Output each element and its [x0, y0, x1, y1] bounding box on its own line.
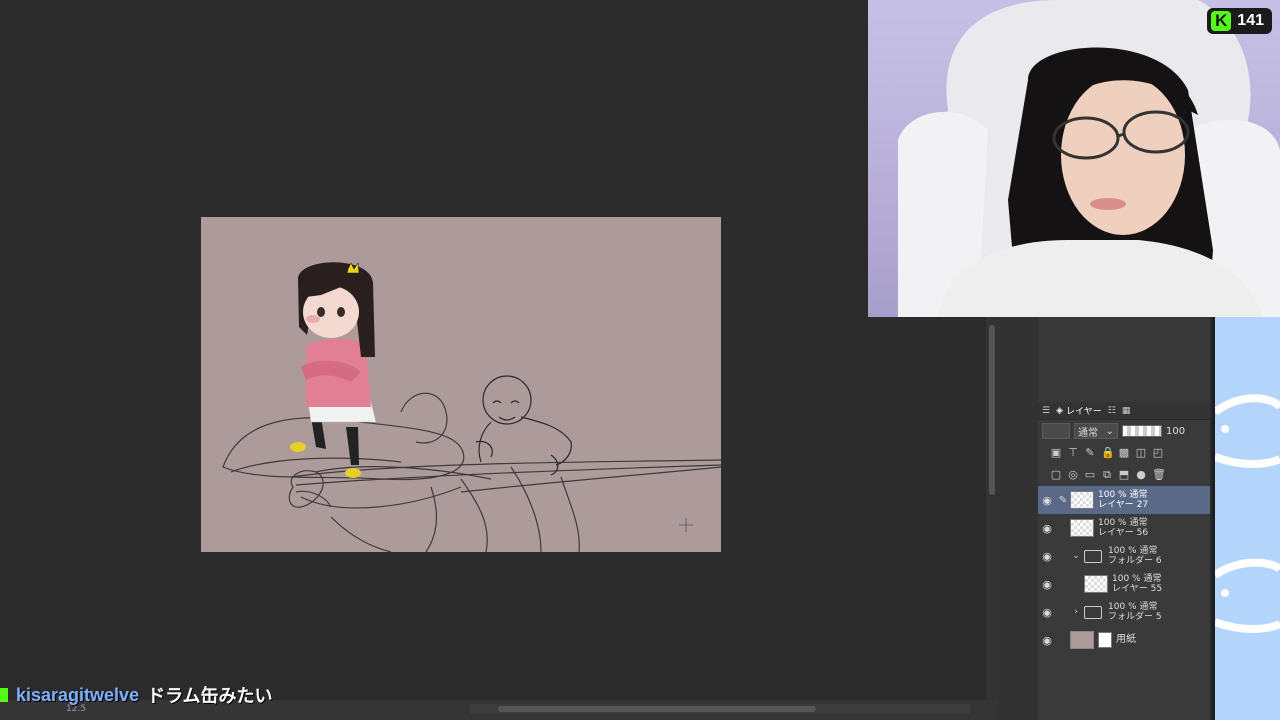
paper-icon: [1098, 632, 1112, 648]
blend-mode-value: 通常: [1078, 427, 1098, 439]
layer-color-box[interactable]: [1042, 423, 1070, 439]
panel-spacer: [998, 317, 1038, 720]
layer-mode: 100 % 通常: [1098, 518, 1148, 528]
mask-icon[interactable]: ◫: [1135, 447, 1147, 459]
paper-color-swatch: [1070, 631, 1094, 649]
drawing-canvas[interactable]: [201, 217, 721, 552]
viewer-count: 141: [1237, 12, 1264, 29]
tab-layer-label: レイヤー: [1066, 407, 1102, 417]
layer-actions-row: ▢ ◎ ▭ ⧉ ⬒ ● 🗑: [1038, 464, 1210, 486]
layer-row[interactable]: ◉ ✎ 100 % 通常 レイヤー 27: [1038, 486, 1210, 514]
chevron-down-icon: ⌄: [1105, 425, 1114, 437]
overlay-decoration: [1212, 317, 1280, 720]
kick-logo-icon: K: [1211, 11, 1232, 31]
duplicate-layer-icon[interactable]: ⧉: [1101, 469, 1113, 481]
pen-icon: ✎: [1058, 494, 1068, 506]
clip-icon[interactable]: ▣: [1050, 447, 1062, 459]
chat-text: ドラム缶みたい: [147, 686, 273, 707]
artwork-sketch: [222, 262, 721, 552]
layer-mode: 100 % 通常: [1108, 546, 1158, 556]
chevron-right-icon[interactable]: ›: [1070, 607, 1082, 617]
layer-thumbnail: [1084, 575, 1108, 593]
layer-panel-tabs: ☰ ◈ レイヤー ☷ ▦: [1038, 402, 1210, 420]
chevron-down-icon[interactable]: ⌄: [1070, 551, 1082, 561]
layer-name: フォルダー 5: [1108, 612, 1162, 622]
layer-mode: 100 % 通常: [1108, 602, 1158, 612]
eye-icon[interactable]: ◉: [1038, 634, 1056, 647]
new-raster-layer-icon[interactable]: ▢: [1050, 469, 1062, 481]
eye-icon[interactable]: ◉: [1038, 606, 1056, 619]
paper-layer-row[interactable]: ◉ 用紙: [1038, 626, 1210, 654]
layer-name: レイヤー 56: [1098, 528, 1149, 538]
ruler-icon[interactable]: ◰: [1152, 447, 1164, 459]
layers-icon: ◈: [1056, 405, 1063, 416]
layer-name: 用紙: [1116, 634, 1136, 645]
chat-message: kisaragitwelve ドラム缶みたい: [0, 684, 273, 707]
layer-mode: 100 % 通常: [1098, 490, 1148, 500]
eye-icon[interactable]: ◉: [1038, 522, 1056, 535]
chibi-character: [290, 262, 377, 478]
new-folder-icon[interactable]: ▭: [1084, 469, 1096, 481]
layer-thumbnail: [1070, 519, 1094, 537]
folder-icon: [1084, 605, 1102, 619]
upper-panel: [1038, 317, 1210, 402]
canvas-horizontal-scrollbar[interactable]: [470, 704, 970, 714]
canvas-vertical-scrollbar[interactable]: [986, 317, 998, 700]
screen: K 141 ☰ ◈ レイヤー ☷ ▦ 通常 ⌄ 100 ▣ ⊤ ✎ 🔒 ▩ ◫ …: [0, 0, 1280, 720]
eye-drawing-decoration: [1212, 394, 1280, 633]
layer-name: フォルダー 6: [1108, 556, 1162, 566]
folder-icon: [1084, 549, 1102, 563]
lock-transparent-icon[interactable]: ▩: [1118, 447, 1130, 459]
layer-list: ◉ ✎ 100 % 通常 レイヤー 27 ◉ 100 % 通常 レイヤー 56 …: [1038, 486, 1210, 654]
tab-layer-property-icon[interactable]: ☷: [1108, 406, 1116, 416]
new-vector-layer-icon[interactable]: ◎: [1067, 469, 1079, 481]
eye-icon[interactable]: ◉: [1038, 550, 1056, 563]
mask-add-icon[interactable]: ●: [1135, 469, 1147, 481]
reference-icon[interactable]: ⊤: [1067, 447, 1079, 459]
layer-blend-row: 通常 ⌄ 100: [1038, 420, 1210, 442]
eye-icon[interactable]: ◉: [1038, 578, 1056, 591]
streamer-webcam-image: [898, 0, 1280, 317]
folder-row[interactable]: ◉ ⌄ 100 % 通常 フォルダー 6: [1038, 542, 1210, 570]
layer-thumbnail: [1070, 491, 1094, 509]
panel-menu-icon[interactable]: ☰: [1042, 406, 1050, 416]
webcam-feed: K 141: [868, 0, 1280, 317]
layer-row[interactable]: ◉ 100 % 通常 レイヤー 56: [1038, 514, 1210, 542]
lock-icon[interactable]: 🔒: [1101, 447, 1115, 459]
tab-navigator-icon[interactable]: ▦: [1122, 406, 1131, 416]
folder-row[interactable]: ◉ › 100 % 通常 フォルダー 5: [1038, 598, 1210, 626]
layer-tools-row: ▣ ⊤ ✎ 🔒 ▩ ◫ ◰: [1038, 442, 1210, 464]
layer-row[interactable]: ◉ 100 % 通常 レイヤー 55: [1038, 570, 1210, 598]
opacity-slider[interactable]: [1122, 425, 1162, 437]
blend-mode-select[interactable]: 通常 ⌄: [1074, 423, 1118, 439]
layer-mode: 100 % 通常: [1112, 574, 1162, 584]
layer-name: レイヤー 27: [1098, 500, 1149, 510]
layer-name: レイヤー 55: [1112, 584, 1163, 594]
merge-down-icon[interactable]: ⬒: [1118, 469, 1130, 481]
tab-layer[interactable]: ◈ レイヤー: [1056, 404, 1102, 418]
layer-panel: ☰ ◈ レイヤー ☷ ▦ 通常 ⌄ 100 ▣ ⊤ ✎ 🔒 ▩ ◫ ◰ ▢ ◎ …: [1038, 402, 1210, 720]
viewer-count-badge: K 141: [1207, 8, 1272, 34]
opacity-value[interactable]: 100: [1166, 426, 1185, 437]
draft-icon[interactable]: ✎: [1084, 447, 1096, 459]
eye-icon[interactable]: ◉: [1038, 494, 1056, 507]
delete-layer-icon[interactable]: 🗑: [1152, 469, 1166, 481]
kick-badge-icon: [0, 688, 8, 702]
chat-username: kisaragitwelve: [16, 684, 140, 705]
